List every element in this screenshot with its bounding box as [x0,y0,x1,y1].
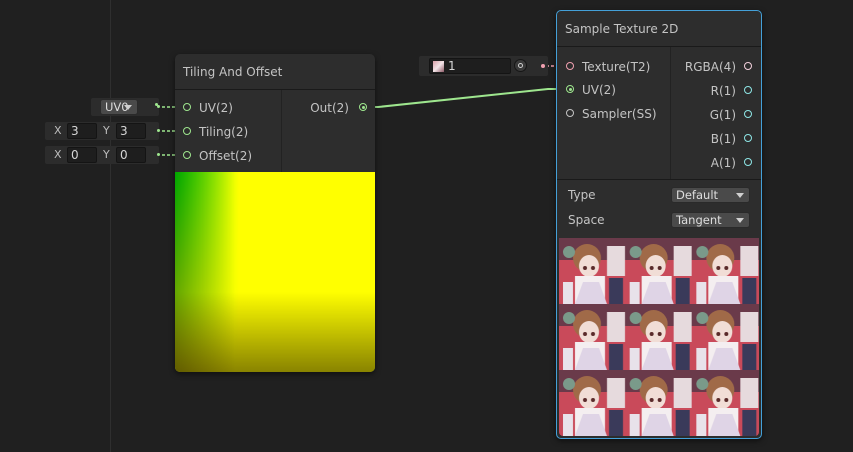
port-circle-icon [744,134,752,142]
tiling-y-label: Y [103,124,110,137]
chevron-down-icon [124,105,132,110]
tiled-texture-preview [559,238,759,436]
texture-asset-field: 1 [419,56,548,76]
node-title: Tiling And Offset [175,54,375,90]
space-value: Tangent [676,213,722,227]
settings-divider [557,179,761,180]
port-circle-icon [183,151,191,159]
b-output-port[interactable]: B(1) [711,129,752,149]
port-label: RGBA(4) [684,60,736,74]
port-circle-icon [744,110,752,118]
tiling-field: X 3 Y 3 [45,122,160,140]
texture-preview-image [559,238,759,436]
port-circle-icon [566,109,574,117]
node-title: Sample Texture 2D [557,11,761,47]
offset-input-port[interactable]: Offset(2) [183,146,252,166]
tiling-field-connector-icon [157,129,160,132]
texture-object-input[interactable]: 1 [429,58,511,74]
space-dropdown[interactable]: Tangent [671,212,750,228]
wire-out-to-uv [366,88,571,108]
texture-thumbnail-icon [433,61,444,72]
g-output-port[interactable]: G(1) [710,105,752,125]
sampler-input-port[interactable]: Sampler(SS) [566,104,657,124]
uv-input-port[interactable]: UV(2) [566,80,616,100]
port-circle-icon [744,86,752,94]
port-label: Texture(T2) [582,60,651,74]
type-dropdown[interactable]: Default [671,187,750,203]
r-output-port[interactable]: R(1) [711,81,752,101]
port-circle-icon [744,62,752,70]
space-label: Space [568,213,605,227]
type-value: Default [676,188,719,202]
port-label: Tiling(2) [199,125,249,139]
port-circle-icon [183,103,191,111]
offset-y-label: Y [103,148,110,161]
chevron-down-icon [736,218,744,223]
rgba-output-port[interactable]: RGBA(4) [685,57,752,77]
tiling-input-port[interactable]: Tiling(2) [183,122,248,142]
offset-x-label: X [54,148,62,161]
port-divider [281,90,282,172]
texture-input-port[interactable]: Texture(T2) [566,57,650,77]
target-icon [518,63,523,68]
type-label: Type [568,188,596,202]
uv-field-connector-icon [155,103,160,108]
offset-x-input[interactable]: 0 [67,147,97,163]
texture-field-connector-icon [541,64,545,68]
object-picker-icon[interactable] [514,59,527,72]
uv-preview-image [175,172,375,372]
offset-field-connector-icon [157,153,160,156]
port-label: Offset(2) [199,149,253,163]
sample-texture-2d-node[interactable]: Sample Texture 2D Texture(T2) UV(2) Samp… [556,10,762,439]
uv-channel-field: UV0 [91,98,160,116]
port-divider [670,47,671,179]
tiling-and-offset-node[interactable]: Tiling And Offset UV(2) Tiling(2) Offset… [175,54,375,372]
port-circle-icon [183,127,191,135]
texture-name: 1 [448,59,456,73]
tiling-y-input[interactable]: 3 [116,123,146,139]
port-circle-icon [566,85,574,93]
out-output-port[interactable]: Out(2) [310,98,367,118]
canvas-divider [110,0,111,452]
offset-y-input[interactable]: 0 [116,147,146,163]
port-circle-icon [744,158,752,166]
port-circle-icon [566,62,574,70]
tiling-x-label: X [54,124,62,137]
offset-field: X 0 Y 0 [45,146,160,164]
preview-shading [175,172,375,372]
a-output-port[interactable]: A(1) [711,153,752,173]
chevron-down-icon [736,193,744,198]
port-circle-icon [359,103,367,111]
uv-input-port[interactable]: UV(2) [183,98,233,118]
tiling-x-input[interactable]: 3 [67,123,97,139]
uv-channel-dropdown[interactable]: UV0 [100,99,138,115]
port-label: Sampler(SS) [582,107,657,121]
